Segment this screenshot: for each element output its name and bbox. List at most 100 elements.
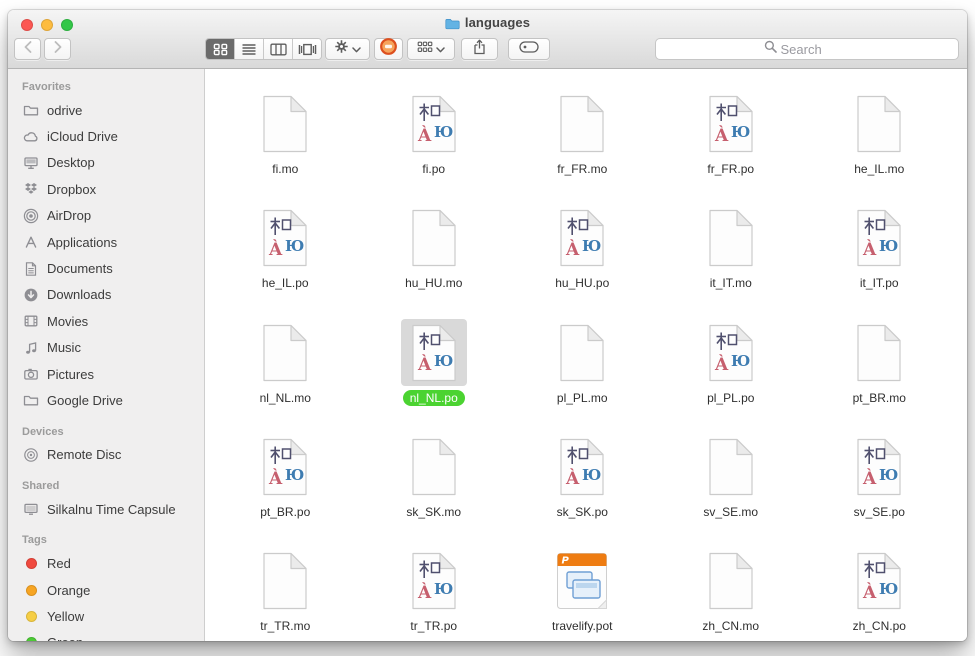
file-sk_SK.mo[interactable]: sk_SK.mo: [360, 424, 509, 538]
sidebar-item-movies[interactable]: Movies: [8, 308, 204, 334]
file-icon-zone: À Ю: [401, 81, 467, 157]
sidebar-item-google-drive[interactable]: Google Drive: [8, 387, 204, 413]
chevron-down-icon: [436, 40, 445, 58]
action-menu-button[interactable]: [325, 38, 370, 60]
file-icon-zone: [698, 538, 764, 614]
file-he_IL.mo[interactable]: he_IL.mo: [805, 81, 954, 195]
file-hu_HU.po[interactable]: À Юhu_HU.po: [508, 195, 657, 309]
sidebar-item-odrive[interactable]: odrive: [8, 97, 204, 123]
file-name-label: sv_SE.mo: [696, 504, 765, 520]
file-icon-zone: À Ю: [401, 310, 467, 386]
column-view-icon: [270, 43, 287, 56]
file-tr_TR.po[interactable]: À Юtr_TR.po: [360, 538, 509, 641]
view-mode-coverflow-view[interactable]: [293, 39, 321, 59]
file-tr_TR.mo[interactable]: tr_TR.mo: [211, 538, 360, 641]
sidebar-item-dropbox[interactable]: Dropbox: [8, 176, 204, 202]
file-he_IL.po[interactable]: À Юhe_IL.po: [211, 195, 360, 309]
file-hu_HU.mo[interactable]: hu_HU.mo: [360, 195, 509, 309]
file-pt_BR.po[interactable]: À Юpt_BR.po: [211, 424, 360, 538]
mo-file-icon: [698, 547, 764, 614]
downloads-icon: [22, 287, 40, 303]
sidebar-item-label: odrive: [47, 103, 82, 118]
svg-text:À: À: [714, 125, 729, 146]
mo-file-icon: [252, 319, 318, 386]
view-mode-icon-view[interactable]: [206, 39, 235, 59]
sidebar-item-applications[interactable]: Applications: [8, 229, 204, 255]
arrange-menu-button[interactable]: [407, 38, 455, 60]
view-mode-column-view[interactable]: [264, 39, 293, 59]
file-nl_NL.po[interactable]: À Юnl_NL.po: [360, 310, 509, 424]
sidebar-item-orange[interactable]: Orange: [8, 577, 204, 603]
file-it_IT.po[interactable]: À Ю it_IT.po: [805, 195, 954, 309]
tags-button[interactable]: [508, 38, 550, 60]
file-travelify.pot[interactable]: P travelify.pot: [508, 538, 657, 641]
sidebar-section-title: Tags: [8, 522, 204, 550]
svg-text:À: À: [862, 468, 877, 489]
sidebar-item-green[interactable]: Green: [8, 630, 204, 641]
sidebar-item-pictures[interactable]: Pictures: [8, 361, 204, 387]
file-fr_FR.mo[interactable]: fr_FR.mo: [508, 81, 657, 195]
sidebar-item-label: Downloads: [47, 287, 111, 302]
sidebar-item-icloud-drive[interactable]: iCloud Drive: [8, 123, 204, 149]
svg-text:Ю: Ю: [434, 580, 453, 598]
file-name-label: zh_CN.po: [846, 618, 913, 634]
view-mode-list-view[interactable]: [235, 39, 264, 59]
desktop-icon: [22, 155, 40, 171]
sidebar-item-airdrop[interactable]: AirDrop: [8, 203, 204, 229]
svg-text:Ю: Ю: [285, 237, 304, 255]
sidebar-item-label: Pictures: [47, 367, 94, 382]
file-icon-zone: À Ю: [252, 195, 318, 271]
file-sv_SE.po[interactable]: À Юsv_SE.po: [805, 424, 954, 538]
file-pl_PL.po[interactable]: À Юpl_PL.po: [657, 310, 806, 424]
po-file-icon: À Ю: [401, 547, 467, 614]
sidebar: FavoritesodriveiCloud DriveDesktopDropbo…: [8, 69, 205, 641]
file-zh_CN.mo[interactable]: zh_CN.mo: [657, 538, 806, 641]
file-pl_PL.mo[interactable]: pl_PL.mo: [508, 310, 657, 424]
file-name-label: it_IT.po: [853, 275, 906, 291]
file-grid: fi.mo À Юfi.po fr_FR.mo À Юfr_FR.po he_I…: [205, 69, 967, 641]
sidebar-item-silkalnu-time-capsule[interactable]: Silkalnu Time Capsule: [8, 496, 204, 522]
coverflow-view-icon: [298, 43, 317, 56]
sidebar-item-downloads[interactable]: Downloads: [8, 282, 204, 308]
sidebar-item-music[interactable]: Music: [8, 335, 204, 361]
mo-file-icon: [549, 90, 615, 157]
sidebar-item-label: iCloud Drive: [47, 129, 118, 144]
svg-text:Ю: Ю: [582, 466, 601, 484]
file-icon-zone: P: [546, 538, 618, 614]
svg-text:Ю: Ю: [434, 352, 453, 370]
share-button[interactable]: [461, 38, 498, 60]
sidebar-section-title: Devices: [8, 414, 204, 442]
file-pt_BR.mo[interactable]: pt_BR.mo: [805, 310, 954, 424]
back-button[interactable]: [14, 38, 41, 60]
gear-icon: [334, 39, 349, 59]
forward-button[interactable]: [44, 38, 71, 60]
file-fr_FR.po[interactable]: À Юfr_FR.po: [657, 81, 806, 195]
sidebar-item-label: Yellow: [47, 609, 84, 624]
file-icon-zone: À Ю: [846, 195, 912, 271]
file-nl_NL.mo[interactable]: nl_NL.mo: [211, 310, 360, 424]
chevron-down-icon: [352, 40, 361, 58]
sidebar-item-desktop[interactable]: Desktop: [8, 150, 204, 176]
sidebar-item-yellow[interactable]: Yellow: [8, 603, 204, 629]
file-sv_SE.mo[interactable]: sv_SE.mo: [657, 424, 806, 538]
sidebar-item-documents[interactable]: Documents: [8, 255, 204, 281]
orange-app-button[interactable]: [374, 38, 403, 60]
music-icon: [22, 340, 40, 356]
file-sk_SK.po[interactable]: À Юsk_SK.po: [508, 424, 657, 538]
search-input[interactable]: [781, 42, 851, 57]
sidebar-item-remote-disc[interactable]: Remote Disc: [8, 442, 204, 468]
file-fi.po[interactable]: À Юfi.po: [360, 81, 509, 195]
file-it_IT.mo[interactable]: it_IT.mo: [657, 195, 806, 309]
file-icon-zone: À Ю: [698, 81, 764, 157]
sidebar-item-label: Applications: [47, 235, 117, 250]
file-browser: fi.mo À Юfi.po fr_FR.mo À Юfr_FR.po he_I…: [205, 69, 967, 641]
sidebar-item-label: Silkalnu Time Capsule: [47, 502, 176, 517]
file-fi.mo[interactable]: fi.mo: [211, 81, 360, 195]
sidebar-item-red[interactable]: Red: [8, 550, 204, 576]
file-icon-zone: [549, 310, 615, 386]
file-icon-zone: À Ю: [698, 310, 764, 386]
file-icon-zone: [846, 81, 912, 157]
sidebar-item-label: Orange: [47, 583, 90, 598]
file-zh_CN.po[interactable]: À Юzh_CN.po: [805, 538, 954, 641]
search-field[interactable]: [655, 38, 959, 60]
